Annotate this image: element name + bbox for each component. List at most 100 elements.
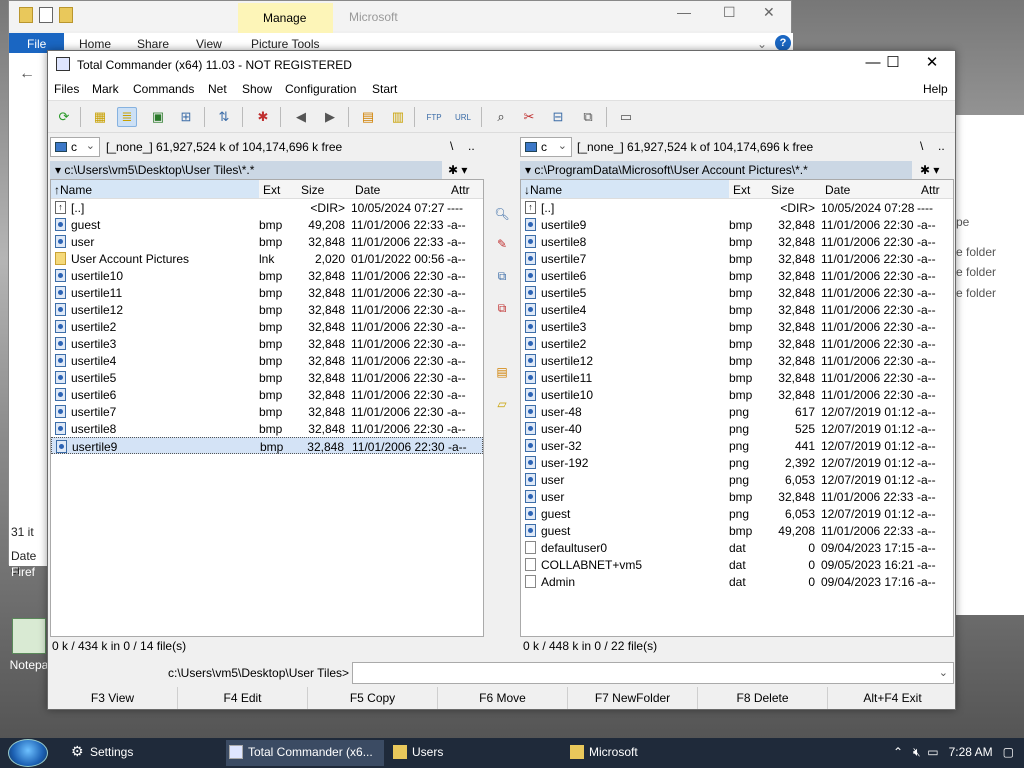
size-column-header[interactable]: Size: [771, 183, 794, 197]
command-input[interactable]: ⌄: [352, 662, 954, 684]
start-button[interactable]: [8, 739, 48, 767]
menu-commands[interactable]: Commands: [133, 82, 194, 96]
file-row[interactable]: usertile12 bmp 32,848 11/01/2006 22:30 -a--: [521, 352, 953, 369]
file-row[interactable]: defaultuser0 dat 0 09/04/2023 17:15 -a--: [521, 539, 953, 556]
file-row[interactable]: user png 6,053 12/07/2019 01:12 -a--: [521, 471, 953, 488]
edit-file-icon[interactable]: ✎: [493, 237, 511, 255]
size-column-header[interactable]: Size: [301, 183, 324, 197]
left-drive-select[interactable]: c ⌄: [50, 137, 100, 157]
file-row[interactable]: usertile8 bmp 32,848 11/01/2006 22:30 -a--: [521, 233, 953, 250]
view-file-icon[interactable]: 🔍︎: [493, 207, 511, 225]
quick-access-toolbar[interactable]: [19, 7, 73, 23]
file-row[interactable]: usertile4 bmp 32,848 11/01/2006 22:30 -a--: [51, 352, 483, 369]
file-row[interactable]: usertile11 bmp 32,848 11/01/2006 22:30 -a--: [521, 369, 953, 386]
speaker-muted-icon[interactable]: 🔇︎: [913, 745, 921, 759]
network-icon[interactable]: ▭: [927, 745, 938, 759]
detailed-view-icon[interactable]: ≣: [117, 107, 137, 127]
file-row[interactable]: user bmp 32,848 11/01/2006 22:33 -a--: [51, 233, 483, 250]
url-icon[interactable]: URL: [453, 107, 473, 127]
refresh-icon[interactable]: ⟳: [54, 107, 74, 127]
ext-column-header[interactable]: Ext: [733, 183, 750, 197]
file-row[interactable]: usertile11 bmp 32,848 11/01/2006 22:30 -a--: [51, 284, 483, 301]
copy-file-icon[interactable]: ⧉: [493, 269, 511, 287]
file-row[interactable]: usertile7 bmp 32,848 11/01/2006 22:30 -a--: [521, 250, 953, 267]
menu-mark[interactable]: Mark: [92, 82, 119, 96]
view-tab[interactable]: View: [196, 37, 222, 51]
right-root-button[interactable]: \: [920, 139, 923, 153]
invert-selection-icon[interactable]: ⇅: [214, 107, 234, 127]
file-row[interactable]: usertile10 bmp 32,848 11/01/2006 22:30 -a--: [51, 267, 483, 284]
taskbar-total-commander[interactable]: Total Commander (x6...: [226, 740, 384, 766]
file-row[interactable]: user-32 png 441 12/07/2019 01:12 -a--: [521, 437, 953, 454]
file-row[interactable]: user bmp 32,848 11/01/2006 22:33 -a--: [521, 488, 953, 505]
forward-arrow-icon[interactable]: ▶: [320, 107, 340, 127]
file-row[interactable]: guest bmp 49,208 11/01/2006 22:33 -a--: [521, 522, 953, 539]
file-row[interactable]: usertile10 bmp 32,848 11/01/2006 22:30 -a--: [521, 386, 953, 403]
file-row[interactable]: usertile4 bmp 32,848 11/01/2006 22:30 -a--: [521, 301, 953, 318]
close-icon[interactable]: ✕: [763, 4, 775, 21]
date-column-header[interactable]: Date: [825, 183, 850, 197]
right-up-button[interactable]: ..: [938, 139, 945, 153]
copy-names-icon[interactable]: ⧉: [578, 107, 598, 127]
tree-view-icon[interactable]: ⊞: [176, 107, 196, 127]
f6-move-button[interactable]: F6 Move: [438, 687, 568, 709]
left-root-button[interactable]: \: [450, 139, 453, 153]
file-row[interactable]: ↑ [..] <DIR> 10/05/2024 07:27 ----: [51, 199, 483, 216]
file-row[interactable]: usertile8 bmp 32,848 11/01/2006 22:30 -a--: [51, 420, 483, 437]
file-row[interactable]: usertile9 bmp 32,848 11/01/2006 22:30 -a--: [521, 216, 953, 233]
name-column-header[interactable]: ↑ Name: [51, 180, 259, 198]
menu-configuration[interactable]: Configuration: [285, 82, 356, 96]
home-tab[interactable]: Home: [79, 37, 111, 51]
left-file-panel[interactable]: ↑ Name Ext Size Date Attr ↑ [..] <DIR> 10/05…: [50, 179, 484, 637]
f5-copy-button[interactable]: F5 Copy: [308, 687, 438, 709]
thumbnails-icon[interactable]: ▣: [148, 107, 168, 127]
file-row[interactable]: usertile3 bmp 32,848 11/01/2006 22:30 -a--: [521, 318, 953, 335]
left-path-bar[interactable]: ▾ c:\Users\vm5\Desktop\User Tiles\*.*: [50, 161, 442, 179]
select-all-icon[interactable]: ✱: [253, 107, 273, 127]
f7-newfolder-button[interactable]: F7 NewFolder: [568, 687, 698, 709]
brief-view-icon[interactable]: ▦: [90, 107, 110, 127]
share-tab[interactable]: Share: [137, 37, 169, 51]
sync-dirs-icon[interactable]: ⊟: [548, 107, 568, 127]
menu-start[interactable]: Start: [372, 82, 397, 96]
help-icon[interactable]: ?: [775, 35, 791, 51]
file-row[interactable]: user-192 png 2,392 12/07/2019 01:12 -a--: [521, 454, 953, 471]
unpack-icon[interactable]: ▥: [388, 107, 408, 127]
file-row[interactable]: usertile3 bmp 32,848 11/01/2006 22:30 -a--: [51, 335, 483, 352]
date-column-header[interactable]: Date: [355, 183, 380, 197]
attr-column-header[interactable]: Attr: [451, 183, 470, 197]
menu-net[interactable]: Net: [208, 82, 227, 96]
file-row[interactable]: user-40 png 525 12/07/2019 01:12 -a--: [521, 420, 953, 437]
right-file-panel[interactable]: ↓ Name Ext Size Date Attr ↑ [..] <DIR> 10/05…: [520, 179, 954, 637]
ribbon-expand-icon[interactable]: ⌄: [757, 37, 767, 51]
file-row[interactable]: COLLABNET+vm5 dat 0 09/05/2023 16:21 -a--: [521, 556, 953, 573]
name-column-header[interactable]: ↓ Name: [521, 180, 729, 198]
maximize-icon[interactable]: ☐: [874, 51, 912, 77]
f8-delete-button[interactable]: F8 Delete: [698, 687, 828, 709]
right-drive-select[interactable]: c ⌄: [520, 137, 572, 157]
file-row[interactable]: ↑ [..] <DIR> 10/05/2024 07:28 ----: [521, 199, 953, 216]
multi-rename-icon[interactable]: ✂: [519, 107, 539, 127]
notepad-icon[interactable]: ▭: [616, 107, 636, 127]
desktop-icon-notepad[interactable]: Notepa: [6, 618, 52, 672]
file-row[interactable]: usertile9 bmp 32,848 11/01/2006 22:30 -a--: [51, 437, 483, 454]
left-up-button[interactable]: ..: [468, 139, 475, 153]
ext-column-header[interactable]: Ext: [263, 183, 280, 197]
chevron-up-icon[interactable]: ⌃: [893, 745, 903, 759]
f4-edit-button[interactable]: F4 Edit: [178, 687, 308, 709]
file-row[interactable]: User Account Pictures lnk 2,020 01/01/2022 …: [51, 250, 483, 267]
file-row[interactable]: guest png 6,053 12/07/2019 01:12 -a--: [521, 505, 953, 522]
menu-help[interactable]: Help: [923, 82, 948, 96]
new-folder-icon[interactable]: ▱: [493, 397, 511, 415]
ftp-icon[interactable]: FTP: [424, 107, 444, 127]
file-row[interactable]: Admin dat 0 09/04/2023 17:16 -a--: [521, 573, 953, 590]
back-arrow-icon[interactable]: ←: [19, 65, 35, 83]
attr-column-header[interactable]: Attr: [921, 183, 940, 197]
chevron-down-icon[interactable]: ⌄: [939, 666, 948, 679]
taskbar-microsoft[interactable]: Microsoft: [567, 740, 727, 766]
clock[interactable]: 7:28 AM: [949, 745, 993, 759]
taskbar-settings[interactable]: ⚙ Settings: [68, 740, 218, 766]
menu-files[interactable]: Files: [54, 82, 79, 96]
file-row[interactable]: usertile6 bmp 32,848 11/01/2006 22:30 -a--: [51, 386, 483, 403]
file-row[interactable]: usertile6 bmp 32,848 11/01/2006 22:30 -a--: [521, 267, 953, 284]
